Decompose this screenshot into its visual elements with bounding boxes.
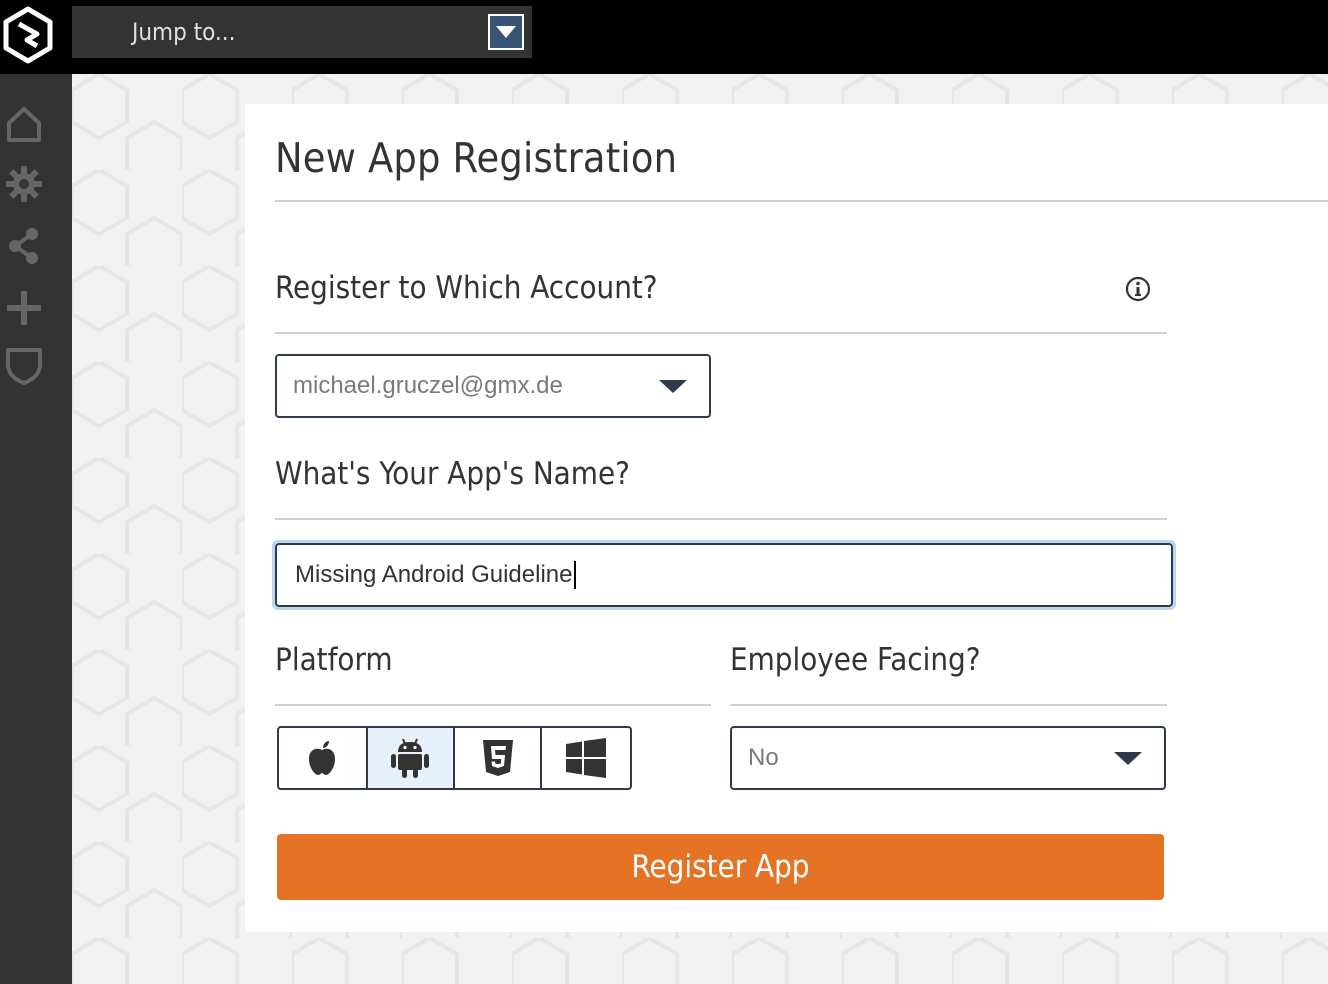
employee-facing-select[interactable]: No bbox=[730, 726, 1166, 790]
html5-icon bbox=[482, 740, 513, 776]
platform-ios-option[interactable] bbox=[279, 728, 366, 788]
chevron-down-icon bbox=[1114, 751, 1142, 765]
platform-divider bbox=[275, 704, 711, 706]
registration-card: New App Registration Register to Which A… bbox=[245, 104, 1328, 932]
app-name-input[interactable]: Missing Android Guideline bbox=[275, 543, 1173, 607]
app-name-value: Missing Android Guideline bbox=[295, 561, 573, 588]
shield-icon[interactable] bbox=[4, 346, 44, 386]
jump-to-select[interactable]: Jump to... bbox=[72, 6, 532, 58]
account-divider bbox=[275, 332, 1167, 334]
platform-android-option[interactable] bbox=[365, 728, 453, 788]
app-name-divider bbox=[275, 518, 1167, 520]
windows-icon bbox=[566, 738, 606, 778]
plus-icon[interactable] bbox=[4, 288, 44, 328]
platform-windows-option[interactable] bbox=[540, 728, 630, 788]
account-select-value: michael.gruczel@gmx.de bbox=[293, 372, 563, 399]
jump-to-placeholder: Jump to... bbox=[132, 18, 236, 46]
text-cursor bbox=[573, 561, 576, 589]
platform-label: Platform bbox=[275, 642, 393, 678]
platform-selector bbox=[277, 726, 632, 790]
account-label: Register to Which Account? bbox=[275, 270, 658, 306]
account-select[interactable]: michael.gruczel@gmx.de bbox=[275, 354, 711, 418]
app-name-label: What's Your App's Name? bbox=[275, 456, 630, 492]
top-bar: Jump to... bbox=[0, 0, 1328, 74]
apple-icon bbox=[309, 741, 336, 775]
page-title: New App Registration bbox=[275, 134, 678, 182]
chevron-down-icon bbox=[659, 379, 687, 393]
chevron-down-icon[interactable] bbox=[488, 14, 524, 50]
share-icon[interactable] bbox=[4, 226, 44, 266]
employee-facing-select-value: No bbox=[748, 744, 779, 771]
title-divider bbox=[275, 200, 1328, 202]
sidebar bbox=[0, 74, 72, 984]
home-icon[interactable] bbox=[4, 104, 44, 144]
employee-facing-label: Employee Facing? bbox=[730, 642, 981, 678]
gear-icon[interactable] bbox=[4, 164, 44, 204]
info-icon[interactable] bbox=[1125, 276, 1151, 302]
platform-html5-option[interactable] bbox=[453, 728, 540, 788]
employee-facing-divider bbox=[730, 704, 1167, 706]
android-icon bbox=[391, 738, 430, 778]
app-name-field-focus: Missing Android Guideline bbox=[272, 540, 1176, 610]
register-app-button[interactable]: Register App bbox=[277, 834, 1164, 900]
app-logo[interactable] bbox=[0, 0, 56, 70]
